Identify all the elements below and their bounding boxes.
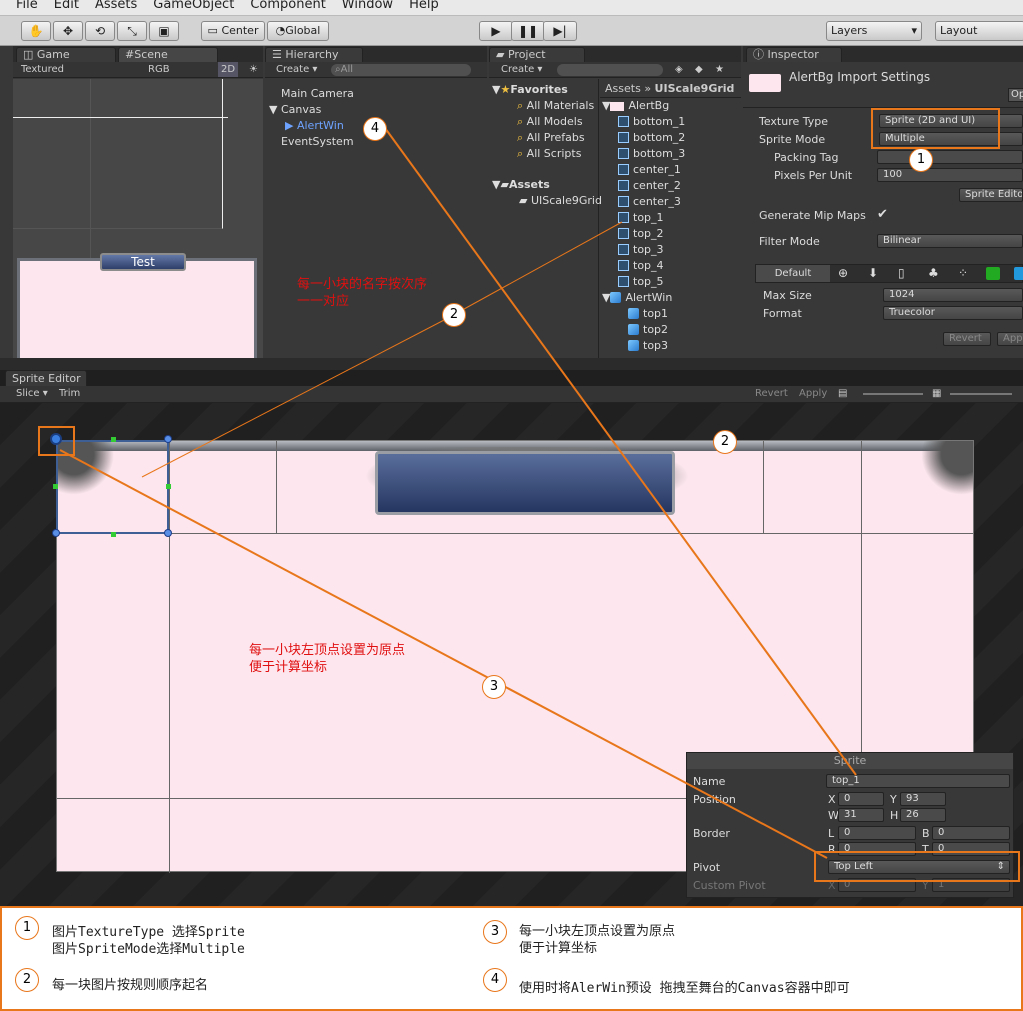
callout-1: 1: [909, 148, 933, 172]
note-number: 4: [483, 968, 507, 992]
connector-line-2a2: [454, 221, 623, 315]
note-3-text: 每一小块左顶点设置为原点 便于计算坐标: [519, 924, 676, 956]
annotation-overlay: [38, 108, 1020, 882]
note-number: 2: [15, 968, 39, 992]
highlight-box-pivot: [38, 426, 75, 456]
note-number: 3: [483, 920, 507, 944]
note-1-text: 图片TextureType 选择Sprite 图片SpriteMode选择Mult…: [52, 925, 245, 957]
note-4-text: 使用时将AlerWin预设 拖拽至舞台的Canvas容器中即可: [519, 981, 850, 996]
callout-4: 4: [363, 117, 387, 141]
notes-section: 1 图片TextureType 选择Sprite 图片SpriteMode选择Mu…: [0, 906, 1023, 1011]
connector-line-3: [59, 449, 828, 859]
note-number: 1: [15, 916, 39, 940]
note-2-text: 每一块图片按规则顺序起名: [52, 978, 209, 993]
highlight-box-texture-settings: [871, 108, 1000, 149]
callout-2b: 2: [713, 430, 737, 454]
connector-line-2a: [141, 317, 449, 478]
connector-line-4: [384, 127, 857, 776]
callout-3: 3: [482, 675, 506, 699]
highlight-box-pivot-dropdown: [814, 851, 1020, 882]
callout-2a: 2: [442, 303, 466, 327]
